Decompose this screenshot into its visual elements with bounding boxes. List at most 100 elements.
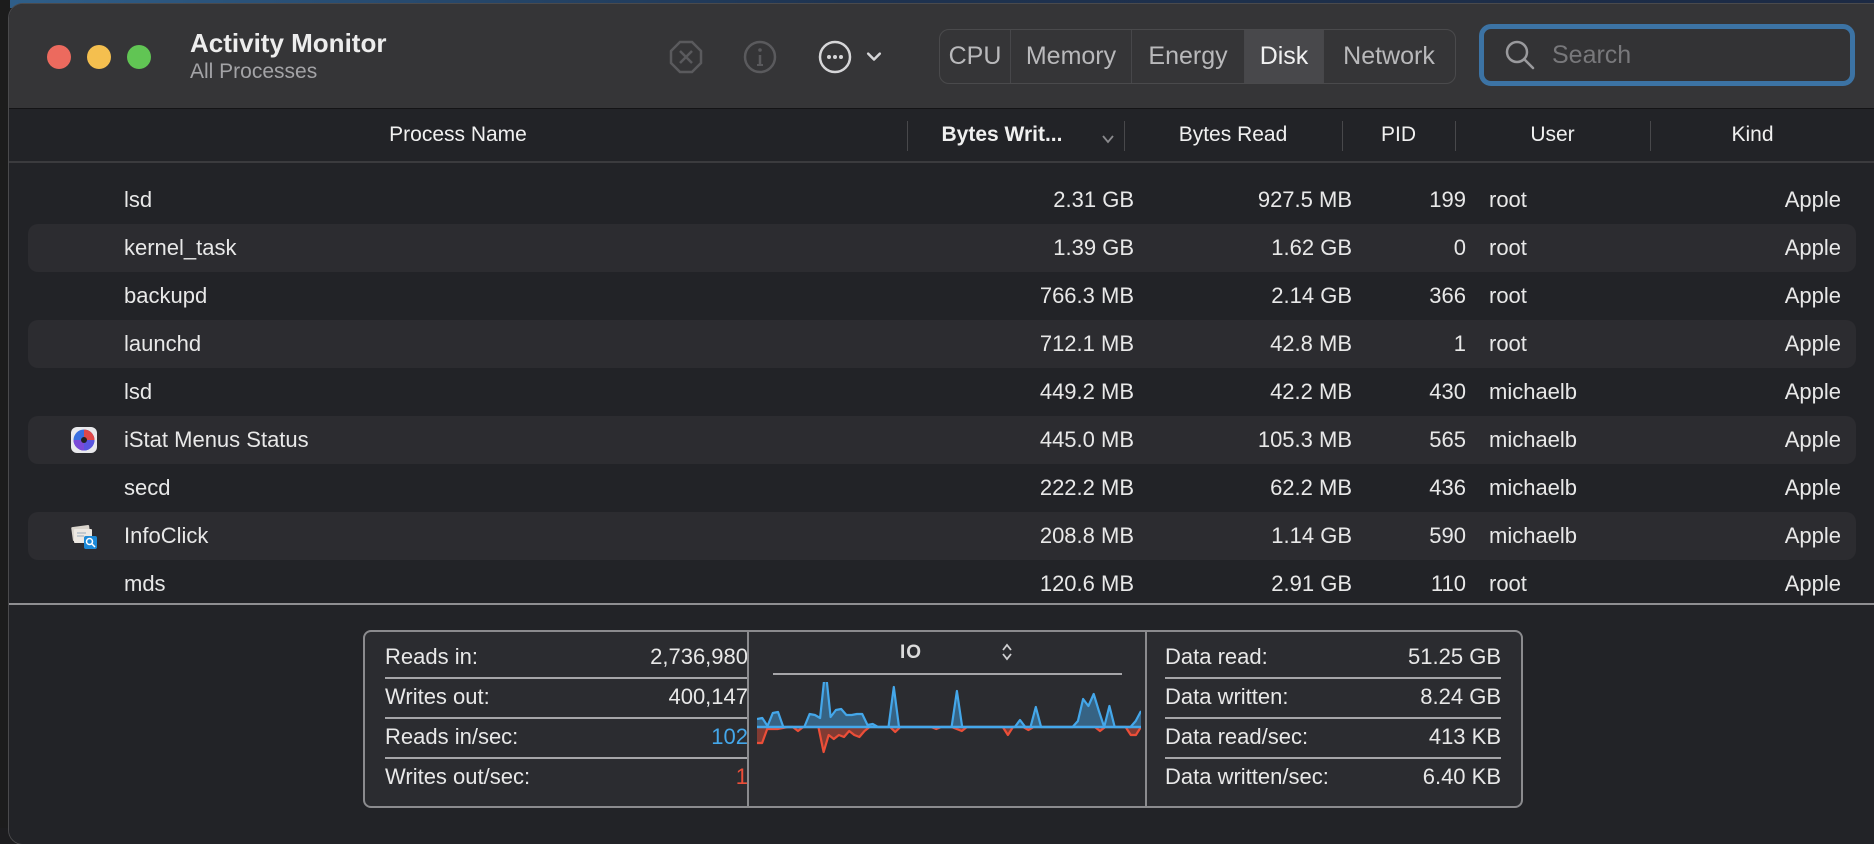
user: root [1489,235,1527,260]
user: root [1489,187,1527,212]
table-row[interactable]: lsd 2.31 GB 927.5 MB 199 root Apple [28,176,1856,224]
column-header-bytes-read[interactable]: Bytes Read [1124,109,1342,161]
table-row[interactable]: backupd 766.3 MB 2.14 GB 366 root Apple [28,272,1856,320]
tab-disk[interactable]: Disk [1245,30,1324,83]
more-actions-dropdown[interactable] [862,38,886,76]
process-name: lsd [124,187,153,212]
kind: Apple [1784,235,1841,260]
stat-value: 400,147 [668,684,748,709]
table-row[interactable]: lsd 449.2 MB 42.2 MB 430 michaelb Apple [28,368,1856,416]
table-row[interactable]: InfoClick 208.8 MB 1.14 GB 590 michaelb … [28,512,1856,560]
tab-memory[interactable]: Memory [1011,30,1132,83]
infoclick-icon [71,524,97,549]
process-name: kernel_task [124,235,237,260]
bytes-written: 1.39 GB [1053,235,1134,260]
kind: Apple [1784,571,1841,596]
zoom-window-button[interactable] [127,45,151,69]
series-line-writes [757,725,1141,754]
graph-selector-label[interactable]: IO [900,642,922,664]
process-name: launchd [124,331,202,356]
stepper-chevron-icon[interactable] [1001,642,1013,662]
bytes-read: 2.91 GB [1271,571,1352,596]
stat-data-written-sec: Data written/sec: 6.40 KB [1165,757,1501,797]
bytes-written: 766.3 MB [1039,283,1134,308]
bytes-read: 62.2 MB [1270,475,1352,500]
column-header-bytes-written[interactable]: Bytes Writ... [907,109,1097,161]
sort-descending-icon [1102,135,1114,144]
kind: Apple [1784,475,1841,500]
table-row[interactable]: mds 120.6 MB 2.91 GB 110 root Apple [28,560,1856,608]
stat-label: Writes out/sec: [385,764,531,789]
bytes-written: 2.31 GB [1053,187,1134,212]
process-name: backupd [124,283,208,308]
stat-value: 8.24 GB [1420,684,1501,709]
stat-data-read: Data read: 51.25 GB [1165,637,1501,677]
info-icon [743,40,777,74]
stop-process-icon [669,40,703,74]
table-row[interactable]: iStat Menus Status 445.0 MB 105.3 MB 565… [28,416,1856,464]
tab-energy[interactable]: Energy [1132,30,1245,83]
column-header-pid[interactable]: PID [1342,109,1455,161]
view-tabs: CPU Memory Energy Disk Network [939,29,1456,84]
bytes-written: 120.6 MB [1039,571,1134,596]
user: michaelb [1489,475,1578,500]
stat-data-written: Data written: 8.24 GB [1165,677,1501,717]
window-title: Activity Monitor [190,28,387,58]
bytes-read: 2.14 GB [1271,283,1352,308]
minimize-window-button[interactable] [87,45,111,69]
table-row[interactable]: launchd 712.1 MB 42.8 MB 1 root Apple [28,320,1856,368]
table-header: Process Name Bytes Writ... Bytes Read PI… [9,109,1874,163]
stat-label: Reads in: [385,644,478,669]
stat-reads-in: Reads in: 2,736,980 [385,637,748,677]
kind: Apple [1784,523,1841,548]
stat-writes-out-sec: Writes out/sec: 1 [385,757,748,797]
search-field[interactable] [1479,24,1855,86]
stat-reads-in-sec: Reads in/sec: 102 [385,717,748,757]
stat-label: Data written/sec: [1165,764,1329,789]
pid: 1 [1453,331,1466,356]
stop-process-button[interactable] [667,38,705,76]
user: michaelb [1489,379,1578,404]
bytes-written: 445.0 MB [1039,427,1134,452]
kind: Apple [1784,427,1841,452]
column-header-user[interactable]: User [1455,109,1650,161]
search-input[interactable] [1550,39,1824,71]
kind: Apple [1784,187,1841,212]
column-header-process-name[interactable]: Process Name [9,109,907,161]
more-actions-button[interactable] [816,38,854,76]
stat-label: Data read/sec: [1165,724,1309,749]
pid: 199 [1429,187,1466,212]
graph-selector-underline [773,673,1122,675]
bytes-read: 1.14 GB [1271,523,1352,548]
bytes-read: 42.2 MB [1270,379,1352,404]
process-name: iStat Menus Status [124,427,309,452]
panel-divider [747,632,749,806]
bytes-read: 105.3 MB [1257,427,1352,452]
stat-label: Writes out: [385,684,490,709]
title-bar: Activity Monitor All Processes CPU Memor… [9,4,1874,109]
pid: 430 [1429,379,1466,404]
stat-writes-out: Writes out: 400,147 [385,677,748,717]
bytes-written: 208.8 MB [1039,523,1134,548]
table-row[interactable]: kernel_task 1.39 GB 1.62 GB 0 root Apple [28,224,1856,272]
panel-divider [1145,632,1147,806]
tab-network[interactable]: Network [1324,30,1454,83]
stat-value: 6.40 KB [1422,764,1501,789]
kind: Apple [1784,379,1841,404]
inspect-process-button[interactable] [741,38,779,76]
stat-value: 102 [711,724,748,749]
stat-data-read-sec: Data read/sec: 413 KB [1165,717,1501,757]
bytes-written: 712.1 MB [1039,331,1134,356]
table-row[interactable]: secd 222.2 MB 62.2 MB 436 michaelb Apple [28,464,1856,512]
tab-cpu[interactable]: CPU [940,30,1011,83]
column-header-kind[interactable]: Kind [1650,109,1855,161]
stat-label: Reads in/sec: [385,724,519,749]
close-window-button[interactable] [47,45,71,69]
series-area-writes [757,727,1141,752]
pid: 565 [1429,427,1466,452]
bytes-read: 42.8 MB [1270,331,1352,356]
user: michaelb [1489,523,1578,548]
kind: Apple [1784,283,1841,308]
stat-label: Data written: [1165,684,1289,709]
kind: Apple [1784,331,1841,356]
